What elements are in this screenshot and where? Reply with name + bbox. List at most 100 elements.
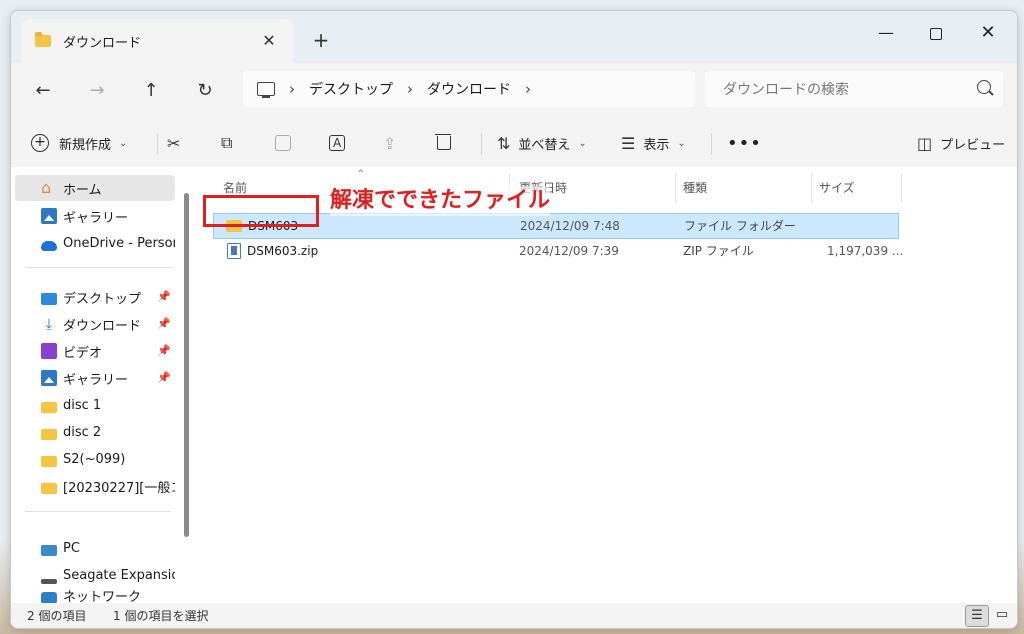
folder-icon [35,32,51,47]
annotation-label: 解凍でできたファイル [330,186,551,216]
sidebar-item-label: デスクトップ [63,291,142,307]
column-divider[interactable] [901,173,902,203]
onedrive-icon [41,241,57,251]
copy-button[interactable]: ⧉ [221,129,232,157]
minimize-button[interactable]: — [861,19,911,47]
rename-button[interactable]: A [329,129,346,157]
maximize-button[interactable] [911,19,961,47]
video-icon [41,343,57,359]
sort-button[interactable]: ⇅ 並べ替え ⌄ [497,129,587,157]
scrollbar-thumb[interactable] [184,193,189,537]
sidebar-item-s2[interactable]: S2(~099) [15,446,175,472]
new-tab-button[interactable]: + [308,27,334,53]
file-explorer-window: ダウンロード ✕ + — ✕ ← → ↑ ↻ › デスクトップ › ダウンロード… [10,10,1018,629]
sidebar-item-seagate[interactable]: Seagate Expansion [15,562,175,588]
column-header-type[interactable]: 種類 [683,173,811,203]
folder-icon [41,455,57,467]
column-divider[interactable] [675,173,676,203]
paste-button[interactable] [275,129,291,157]
address-bar[interactable]: › デスクトップ › ダウンロード › [243,71,695,107]
pin-icon[interactable]: 📌 [157,371,171,384]
file-date: 2024/12/09 7:48 [520,219,620,233]
trash-icon [435,134,451,150]
chevron-down-icon: ⌄ [578,137,587,149]
file-size: 1,197,039 ... [827,244,904,258]
sidebar-item-label: ネットワーク [63,590,142,603]
title-bar: ダウンロード ✕ + — ✕ [11,11,1017,63]
search-icon [977,80,991,94]
pin-icon[interactable]: 📌 [157,344,171,357]
pin-icon[interactable]: 📌 [157,290,171,303]
share-icon: ⇪ [383,133,397,153]
sidebar-item-disc1[interactable]: disc 1 [15,392,175,418]
view-button[interactable]: ☰ 表示 ⌄ [621,129,686,157]
command-bar: + 新規作成 ⌄ ✂ ⧉ A ⇪ ⇅ 並べ替え ⌄ ☰ 表示 ⌄ ••• ◫ プ… [11,119,1017,168]
preview-pane-icon: ◫ [917,133,933,153]
sidebar-item-home[interactable]: ⌂ ホーム [15,175,175,201]
delete-button[interactable] [435,129,451,157]
forward-button[interactable]: → [83,77,111,105]
sidebar-item-downloads[interactable]: ⤓ ダウンロード 📌 [15,311,175,337]
close-window-button[interactable]: ✕ [963,19,1013,47]
sidebar-item-label: ギャラリー [63,372,129,388]
sidebar-item-label: [20230227][一般コ [63,480,175,496]
rename-icon: A [329,135,346,151]
preview-button[interactable]: ◫ プレビュー [917,129,1005,157]
sidebar-item-desktop[interactable]: デスクトップ 📌 [15,284,175,310]
new-button[interactable]: + 新規作成 ⌄ [31,129,127,157]
toolbar-divider [481,133,482,155]
folder-icon [41,428,57,440]
home-icon: ⌂ [41,178,52,197]
tab-downloads[interactable]: ダウンロード ✕ [21,19,293,63]
breadcrumb-expand-icon[interactable]: › [525,80,531,98]
column-header-size[interactable]: サイズ [819,173,903,203]
back-button[interactable]: ← [29,77,57,105]
search-input[interactable]: ダウンロードの検索 [705,71,1003,107]
sort-label: 並べ替え [518,137,571,153]
zip-file-icon [227,243,241,259]
navigation-pane: ⌂ ホーム ギャラリー OneDrive - Personal デスクトップ 📌… [11,167,189,603]
status-bar: 2 個の項目 1 個の項目を選択 ☰ ▭ [11,603,1017,628]
plus-circle-icon: + [31,134,49,152]
tiles-view-button[interactable]: ▭ [991,605,1013,625]
sidebar-item-network[interactable]: ネットワーク [15,588,175,603]
toolbar-divider [157,133,158,155]
sidebar-item-gallery[interactable]: ギャラリー [15,203,175,229]
up-button[interactable]: ↑ [137,77,165,105]
file-name: DSM603.zip [247,244,319,258]
chevron-down-icon: ⌄ [119,137,128,149]
chevron-down-icon: ⌄ [677,137,686,149]
sidebar-item-20230227[interactable]: [20230227][一般コ [15,473,175,499]
sidebar-item-disc2[interactable]: disc 2 [15,419,175,445]
sidebar-item-label: ビデオ [63,345,103,361]
desktop-icon [41,293,57,305]
drive-icon [41,578,57,584]
network-icon [41,591,57,603]
breadcrumb-downloads[interactable]: ダウンロード [427,79,511,99]
sidebar-item-label: disc 1 [63,397,102,413]
column-divider[interactable] [811,173,812,203]
close-tab-icon[interactable]: ✕ [259,31,279,51]
sidebar-item-onedrive[interactable]: OneDrive - Personal [15,230,175,256]
breadcrumb-desktop[interactable]: デスクトップ [309,79,393,99]
share-button[interactable]: ⇪ [383,129,396,157]
sidebar-item-pc[interactable]: PC [15,535,175,561]
new-label: 新規作成 [59,137,112,153]
gallery-icon [41,370,57,386]
file-type: ファイル フォルダー [684,219,796,233]
selection-count: 1 個の項目を選択 [113,609,209,623]
breadcrumb-separator-icon: › [289,80,295,98]
pin-icon[interactable]: 📌 [157,317,171,330]
sidebar-item-label: ダウンロード [63,318,142,334]
file-date: 2024/12/09 7:39 [519,244,619,258]
more-options-button[interactable]: ••• [727,129,762,157]
file-row-dsm603-zip[interactable]: DSM603.zip 2024/12/09 7:39 ZIP ファイル 1,19… [213,239,903,263]
sidebar-item-label: S2(~099) [63,451,126,467]
sidebar-item-videos[interactable]: ビデオ 📌 [15,338,175,364]
sidebar-item-gallery-pinned[interactable]: ギャラリー 📌 [15,365,175,391]
toolbar-divider [711,133,712,155]
refresh-button[interactable]: ↻ [191,77,219,105]
details-view-button[interactable]: ☰ [965,605,989,627]
sidebar-scrollbar[interactable] [184,175,189,595]
cut-button[interactable]: ✂ [167,129,180,157]
